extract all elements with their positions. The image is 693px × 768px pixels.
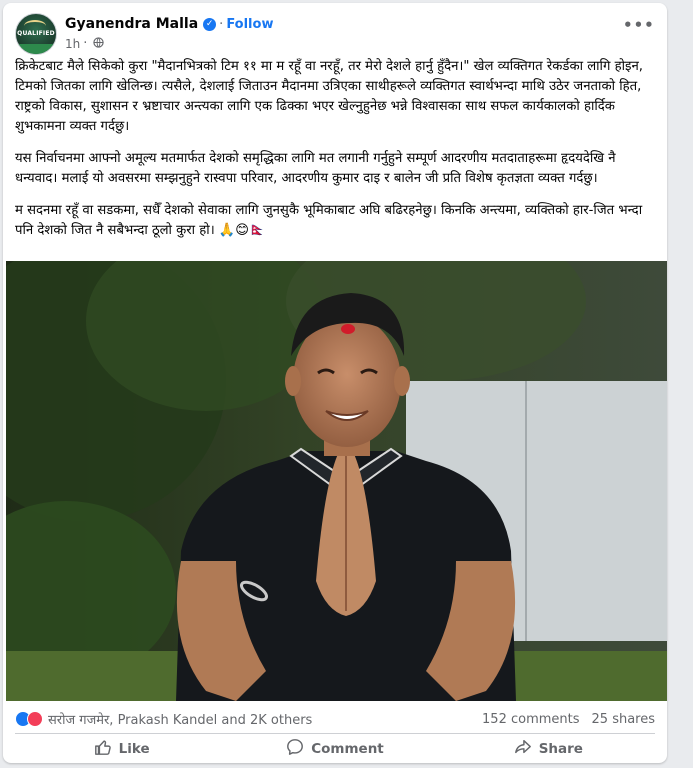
post-photo-illustration (6, 261, 667, 701)
post-actions: Like Comment Share (15, 736, 655, 762)
post-time[interactable]: 1h (65, 37, 80, 51)
avatar[interactable]: QUALIFIED (15, 13, 57, 55)
post-photo[interactable] (6, 261, 667, 701)
avatar-badge-text: QUALIFIED (17, 30, 55, 37)
share-label: Share (538, 741, 583, 757)
verified-badge-icon: ✓ (203, 17, 217, 31)
post-paragraph-1: क्रिकेटबाट मैले सिकेको कुरा "मैदानभित्रक… (15, 59, 643, 134)
comment-button[interactable]: Comment (228, 736, 441, 762)
separator-dot: · (219, 16, 224, 32)
action-divider (15, 733, 655, 734)
reaction-names[interactable]: सरोज गजमेर, Prakash Kandel and 2K others (48, 710, 312, 728)
share-icon (514, 738, 532, 760)
comment-count[interactable]: 152 comments (482, 712, 579, 727)
comment-label: Comment (311, 741, 384, 757)
share-count[interactable]: 25 shares (592, 712, 655, 727)
post-meta: 1h · (65, 36, 105, 51)
post-paragraph-2: यस निर्वाचनमा आफ्नो अमूल्य मतमार्फत देशक… (15, 151, 616, 186)
like-button[interactable]: Like (15, 736, 228, 762)
engagement-stats: 152 comments 25 shares (482, 712, 655, 727)
share-button[interactable]: Share (442, 736, 655, 762)
post-card: QUALIFIED Gyanendra Malla ✓ · Follow 1h … (3, 3, 667, 763)
follow-button[interactable]: Follow (226, 17, 273, 32)
avatar-ground-decoration (16, 44, 56, 54)
love-reaction-icon (27, 711, 43, 727)
meta-separator-dot: · (83, 36, 88, 51)
like-icon (94, 738, 112, 760)
name-row: Gyanendra Malla ✓ · Follow (65, 15, 273, 33)
more-options-icon[interactable]: ••• (623, 18, 654, 35)
reactions-row: सरोज गजमेर, Prakash Kandel and 2K others… (15, 708, 655, 730)
comment-icon (286, 738, 304, 760)
reaction-icons[interactable] (15, 711, 43, 727)
post-header: QUALIFIED Gyanendra Malla ✓ · Follow 1h … (15, 13, 655, 55)
like-label: Like (118, 741, 150, 757)
post-text: क्रिकेटबाट मैले सिकेको कुरा "मैदानभित्रक… (15, 57, 659, 253)
globe-icon (93, 36, 105, 51)
post-paragraph-3: म सदनमा रहूँ वा सडकमा, सधैँ देशको सेवाका… (15, 203, 643, 238)
author-name[interactable]: Gyanendra Malla (65, 16, 198, 32)
